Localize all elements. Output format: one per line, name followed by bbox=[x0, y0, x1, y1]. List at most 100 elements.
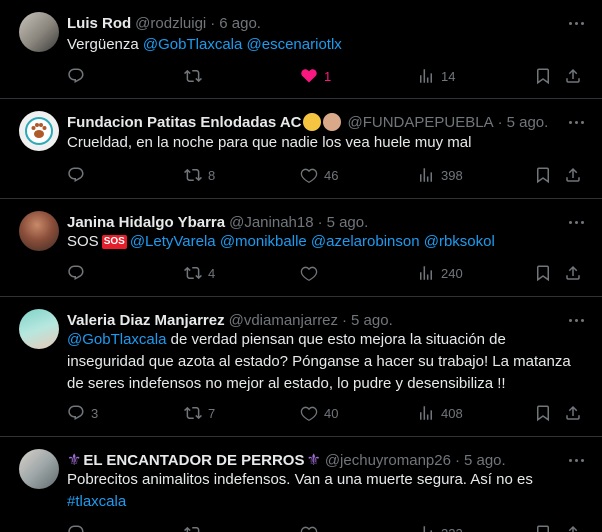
avatar[interactable] bbox=[19, 449, 59, 489]
like-button[interactable] bbox=[300, 263, 324, 283]
tweet-card[interactable]: Valeria Diaz Manjarrez @vdiamanjarrez · … bbox=[0, 297, 602, 437]
views-icon bbox=[420, 168, 432, 182]
bookmark-button[interactable] bbox=[534, 165, 552, 185]
timestamp[interactable]: 6 ago. bbox=[219, 15, 261, 32]
share-button[interactable] bbox=[564, 403, 582, 423]
paw-logo-icon bbox=[25, 117, 53, 145]
author-name[interactable]: EL ENCANTADOR DE PERROS bbox=[83, 452, 304, 469]
timestamp[interactable]: 5 ago. bbox=[464, 452, 506, 469]
reply-button[interactable]: 3 bbox=[67, 403, 98, 423]
views-button[interactable]: 222 bbox=[417, 523, 463, 532]
reply-button[interactable] bbox=[67, 523, 85, 532]
views-button[interactable]: 14 bbox=[417, 66, 455, 86]
mention-link[interactable]: @azelarobinson bbox=[311, 233, 420, 250]
author-name[interactable]: Luis Rod bbox=[67, 15, 131, 32]
bookmark-button[interactable] bbox=[534, 263, 552, 283]
tweet-text-prefix: SOS bbox=[67, 233, 99, 250]
retweet-button[interactable]: 4 bbox=[184, 263, 215, 283]
tweet-actions: 1 14 bbox=[67, 66, 587, 86]
mention-link[interactable]: @LetyVarela bbox=[130, 233, 216, 250]
avatar[interactable] bbox=[19, 211, 59, 251]
retweet-count: 8 bbox=[208, 167, 216, 183]
like-button[interactable]: 46 bbox=[300, 165, 338, 185]
sos-emoji-icon: SOS bbox=[101, 235, 127, 249]
retweet-count: 4 bbox=[208, 265, 216, 281]
hashtag-link[interactable]: #tlaxcala bbox=[67, 491, 577, 513]
reply-button[interactable] bbox=[67, 165, 91, 185]
avatar[interactable] bbox=[19, 111, 59, 151]
share-button[interactable] bbox=[564, 66, 582, 86]
fleur-de-lis-icon: ⚜ bbox=[67, 452, 82, 469]
retweet-count: 7 bbox=[208, 405, 216, 421]
like-button[interactable]: 1 bbox=[300, 66, 331, 86]
author-name[interactable]: Valeria Diaz Manjarrez bbox=[67, 312, 225, 329]
share-button[interactable] bbox=[564, 263, 582, 283]
tweet-card[interactable]: Luis Rod @rodzluigi · 6 ago. Vergüenza @… bbox=[0, 0, 602, 99]
mention-link[interactable]: @rbksokol bbox=[424, 233, 495, 250]
timestamp[interactable]: 5 ago. bbox=[351, 312, 393, 329]
author-handle[interactable]: @vdiamanjarrez bbox=[229, 312, 338, 329]
more-icon[interactable] bbox=[566, 311, 586, 329]
retweet-icon bbox=[184, 168, 202, 182]
views-button[interactable]: 408 bbox=[417, 403, 463, 423]
retweet-button[interactable] bbox=[184, 523, 202, 532]
views-count: 408 bbox=[441, 405, 463, 421]
mention-link[interactable]: @GobTlaxcala bbox=[67, 331, 166, 348]
views-button[interactable]: 240 bbox=[417, 263, 463, 283]
more-icon[interactable] bbox=[566, 113, 586, 131]
heart-icon bbox=[300, 266, 318, 281]
timestamp[interactable]: 5 ago. bbox=[507, 114, 549, 131]
timestamp[interactable]: 5 ago. bbox=[327, 214, 369, 231]
like-button[interactable]: 40 bbox=[300, 403, 338, 423]
heart-icon bbox=[300, 406, 318, 421]
reply-icon bbox=[68, 167, 84, 183]
views-icon bbox=[420, 406, 432, 420]
tweet-actions: 3 7 40 408 bbox=[67, 403, 587, 423]
retweet-button[interactable]: 7 bbox=[184, 403, 215, 423]
author-handle[interactable]: @jechuyromanp26 bbox=[325, 452, 451, 469]
mention-link[interactable]: @GobTlaxcala bbox=[143, 36, 242, 53]
tweet-actions: 4 240 bbox=[67, 263, 587, 283]
bookmark-icon bbox=[537, 405, 549, 422]
avatar[interactable] bbox=[19, 12, 59, 52]
views-button[interactable]: 398 bbox=[417, 165, 463, 185]
bookmark-button[interactable] bbox=[534, 403, 552, 423]
views-count: 14 bbox=[441, 68, 456, 84]
tweet-card[interactable]: Fundacion Patitas Enlodadas AC @FUNDAPEP… bbox=[0, 99, 602, 199]
retweet-button[interactable]: 8 bbox=[184, 165, 215, 185]
author-handle[interactable]: @FUNDAPEPUEBLA bbox=[347, 114, 493, 131]
tweet-header: Valeria Diaz Manjarrez @vdiamanjarrez · … bbox=[67, 310, 393, 330]
tweet-card[interactable]: ⚜ EL ENCANTADOR DE PERROS ⚜ @jechuyroman… bbox=[0, 437, 602, 532]
share-button[interactable] bbox=[564, 165, 582, 185]
mention-link[interactable]: @monikballe bbox=[220, 233, 307, 250]
tweet-header: Janina Hidalgo Ybarra @Janinah18 · 5 ago… bbox=[67, 212, 368, 232]
bookmark-icon bbox=[537, 525, 549, 532]
more-icon[interactable] bbox=[566, 14, 586, 32]
more-icon[interactable] bbox=[566, 213, 586, 231]
fleur-de-lis-icon: ⚜ bbox=[306, 452, 321, 469]
bookmark-button[interactable] bbox=[534, 523, 552, 532]
retweet-icon bbox=[184, 526, 200, 532]
bookmark-button[interactable] bbox=[534, 66, 552, 86]
tweet-actions: 222 bbox=[67, 523, 587, 532]
avatar[interactable] bbox=[19, 309, 59, 349]
like-button[interactable] bbox=[300, 523, 318, 532]
tweet-actions: 8 46 398 bbox=[67, 165, 587, 185]
mention-link[interactable]: @escenariotlx bbox=[247, 36, 342, 53]
views-count: 222 bbox=[441, 526, 463, 532]
views-count: 398 bbox=[441, 167, 463, 183]
tweet-text: Pobrecitos animalitos indefensos. Van a … bbox=[67, 469, 577, 513]
author-name[interactable]: Janina Hidalgo Ybarra bbox=[67, 214, 225, 231]
dog-emoji-icon bbox=[323, 113, 342, 131]
retweet-icon bbox=[184, 69, 202, 83]
author-handle[interactable]: @rodzluigi bbox=[135, 15, 206, 32]
author-handle[interactable]: @Janinah18 bbox=[229, 214, 313, 231]
share-button[interactable] bbox=[564, 523, 582, 532]
author-name[interactable]: Fundacion Patitas Enlodadas AC bbox=[67, 114, 301, 131]
reply-button[interactable] bbox=[67, 263, 91, 283]
retweet-button[interactable] bbox=[184, 66, 208, 86]
tweet-card[interactable]: Janina Hidalgo Ybarra @Janinah18 · 5 ago… bbox=[0, 199, 602, 297]
reply-button[interactable] bbox=[67, 66, 91, 86]
more-icon[interactable] bbox=[566, 451, 586, 469]
tweet-text: @GobTlaxcala de verdad piensan que esto … bbox=[67, 329, 577, 395]
